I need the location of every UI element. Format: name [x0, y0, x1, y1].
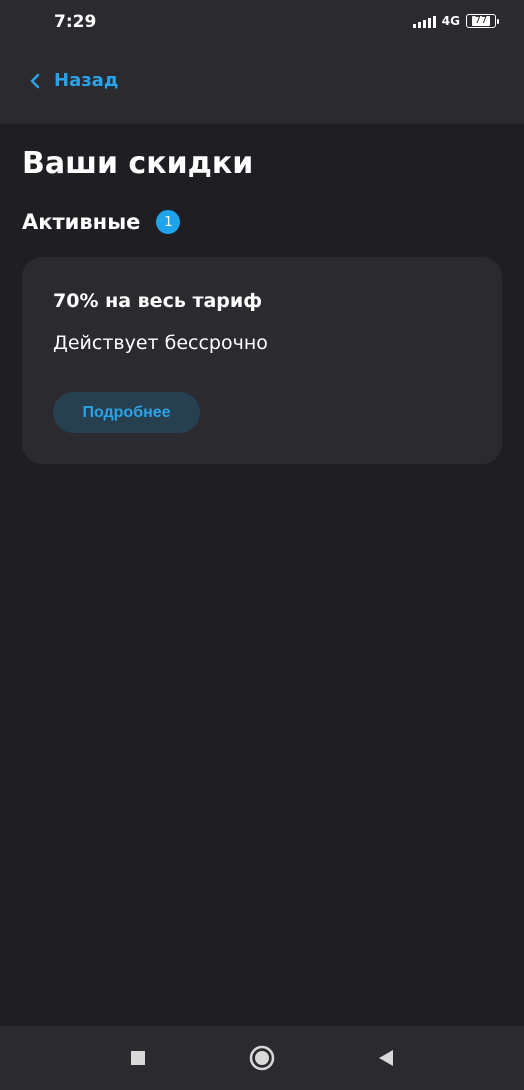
square-icon[interactable]	[120, 1040, 156, 1076]
count-badge: 1	[156, 210, 181, 234]
chevron-left-icon	[30, 73, 40, 89]
section-title: Активные	[22, 210, 141, 234]
triangle-back-icon[interactable]	[368, 1040, 404, 1076]
discount-title: 70% на весь тариф	[53, 290, 263, 312]
status-time: 7:29	[54, 12, 97, 32]
battery-icon: 77	[466, 14, 499, 28]
details-button[interactable]: Подробнее	[53, 392, 200, 433]
page-title: Ваши скидки	[22, 146, 254, 181]
status-icons: 4G 77	[412, 14, 499, 28]
back-label: Назад	[54, 70, 119, 91]
battery-level: 77	[471, 16, 491, 26]
network-type: 4G	[441, 14, 460, 28]
system-nav-bar	[0, 1026, 524, 1090]
screen: 7:29 4G 77 Назад Ваши скидки Активные 1 …	[0, 0, 524, 1090]
signal-icon	[412, 14, 436, 28]
top-bar: 7:29 4G 77 Назад	[0, 0, 524, 124]
section-active-header: Активные 1	[22, 210, 181, 234]
discount-validity: Действует бессрочно	[53, 332, 268, 354]
discount-card: 70% на весь тариф Действует бессрочно По…	[22, 257, 502, 464]
circle-icon[interactable]	[244, 1040, 280, 1076]
back-button[interactable]: Назад	[30, 70, 118, 91]
